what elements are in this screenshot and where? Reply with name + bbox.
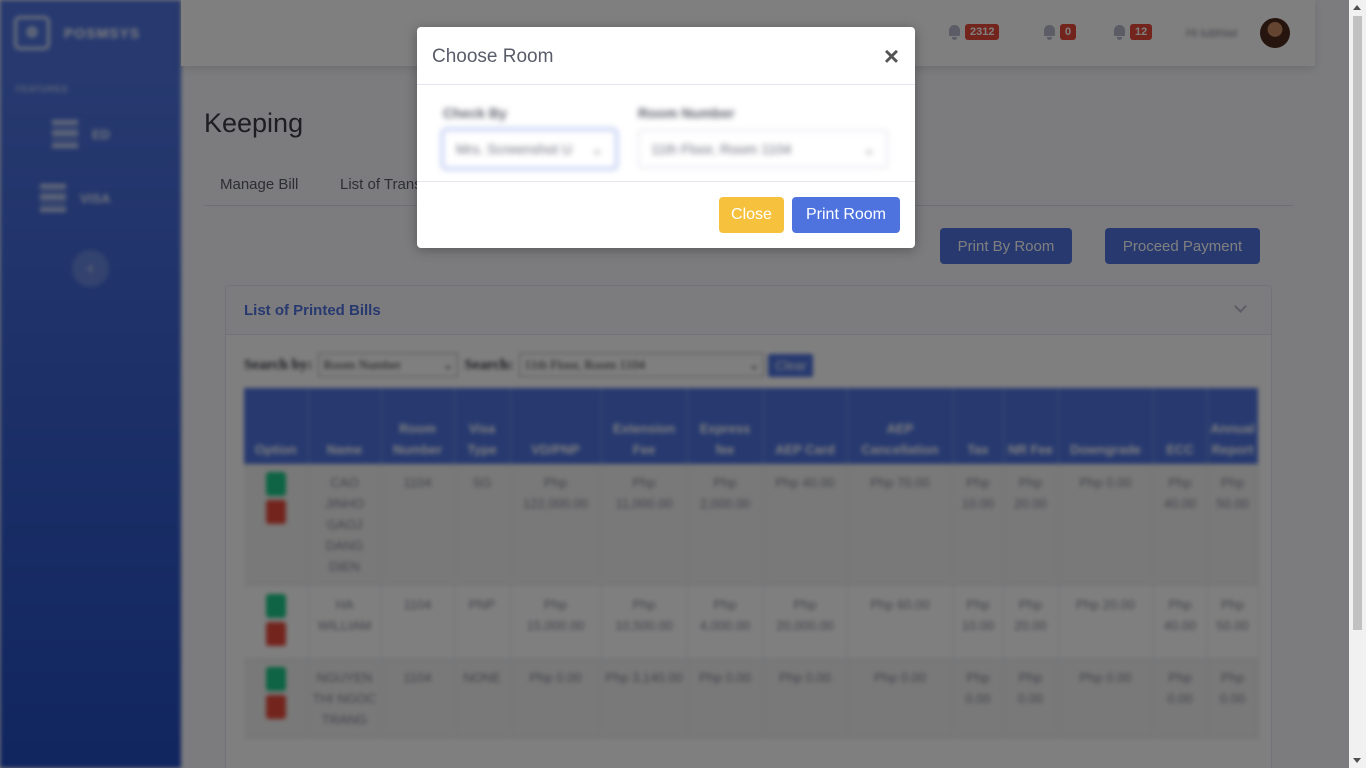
scroll-down-icon[interactable] xyxy=(1353,758,1361,763)
chevron-down-icon: ⌄ xyxy=(863,141,875,157)
room-number-value: 11th Floor, Room 1104 xyxy=(651,141,792,157)
scroll-thumb[interactable] xyxy=(1353,16,1362,630)
check-by-label: Check By xyxy=(443,105,507,121)
page-scrollbar[interactable] xyxy=(1349,0,1366,768)
check-by-value: Mrs. Screenshot U xyxy=(456,141,572,157)
check-by-select[interactable]: Mrs. Screenshot U ⌄ xyxy=(443,130,616,168)
scroll-up-icon[interactable] xyxy=(1353,5,1361,10)
close-icon[interactable]: × xyxy=(884,41,899,72)
choose-room-modal: Choose Room × Check By Mrs. Screenshot U… xyxy=(417,27,915,248)
room-number-select[interactable]: 11th Floor, Room 1104 ⌄ xyxy=(638,130,888,168)
modal-header: Choose Room × xyxy=(417,27,915,85)
close-button[interactable]: Close xyxy=(719,197,784,233)
room-number-label: Room Number xyxy=(638,105,735,121)
print-room-button[interactable]: Print Room xyxy=(792,197,900,233)
modal-body: Check By Mrs. Screenshot U ⌄ Room Number… xyxy=(417,85,915,182)
modal-title: Choose Room xyxy=(432,46,554,67)
chevron-down-icon: ⌄ xyxy=(591,141,603,157)
